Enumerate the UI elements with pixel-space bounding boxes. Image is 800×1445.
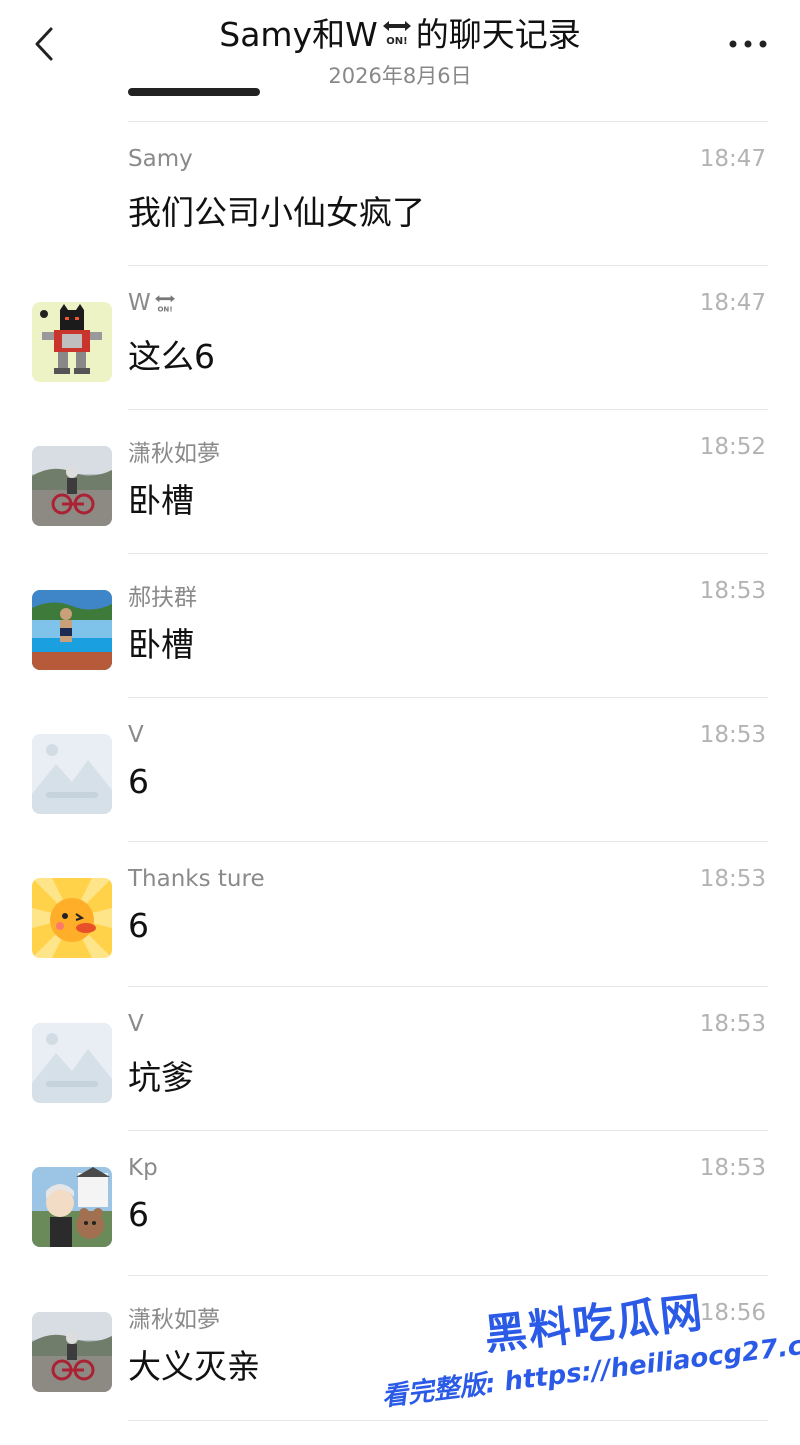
chat-message[interactable]: Samy 18:47 我们公司小仙女疯了 bbox=[0, 122, 800, 266]
message-time: 18:53 bbox=[699, 1155, 766, 1181]
sender-name-block: W ON! bbox=[128, 290, 177, 316]
message-time: 18:53 bbox=[699, 578, 766, 604]
message-time: 18:53 bbox=[699, 722, 766, 748]
sun-duck-avatar[interactable] bbox=[32, 878, 112, 958]
chat-message[interactable]: 郝扶群 18:53 卧槽 bbox=[0, 554, 800, 698]
message-time: 18:47 bbox=[699, 290, 766, 316]
sender-name: V bbox=[128, 1011, 144, 1037]
anime-photo-avatar[interactable] bbox=[32, 1167, 112, 1247]
sender-name: V bbox=[128, 722, 144, 748]
sender-name: 郝扶群 bbox=[128, 585, 197, 611]
sender-name: 潇秋如夢 bbox=[128, 1307, 220, 1333]
title-suffix: 的聊天记录 bbox=[415, 15, 581, 54]
message-text: 大义灭亲 bbox=[128, 1347, 260, 1386]
message-time: 18:53 bbox=[699, 866, 766, 892]
header-title-block: Samy和W ON! 的聊天记录 2026年8月6日 bbox=[0, 8, 800, 90]
more-dots-icon bbox=[729, 40, 767, 48]
cyclist-photo-avatar[interactable] bbox=[32, 446, 112, 526]
sender-name: Kp bbox=[128, 1155, 158, 1181]
message-time: 18:47 bbox=[699, 146, 766, 172]
sender-name: W bbox=[128, 290, 151, 316]
chat-message[interactable]: Kp 18:53 6 bbox=[0, 1131, 800, 1275]
previous-message-stub bbox=[128, 88, 260, 96]
chat-message[interactable]: W ON! 18:47 这么6 bbox=[0, 266, 800, 410]
message-time: 18:52 bbox=[699, 434, 766, 460]
message-text: 我们公司小仙女疯了 bbox=[128, 193, 425, 232]
message-text: 卧槽 bbox=[128, 481, 194, 520]
site-watermark: 黑料吃瓜网 看完整版: https://heiliaocg27.com bbox=[380, 1288, 800, 1430]
message-text: 6 bbox=[128, 906, 149, 945]
placeholder-image-avatar[interactable] bbox=[32, 734, 112, 814]
pool-photo-avatar[interactable] bbox=[32, 590, 112, 670]
more-button[interactable] bbox=[726, 26, 770, 62]
chat-message[interactable]: V 18:53 6 bbox=[0, 698, 800, 842]
on-badge-icon: ON! bbox=[382, 21, 411, 47]
message-text: 6 bbox=[128, 1195, 149, 1234]
message-text: 坑爹 bbox=[128, 1058, 194, 1097]
sender-name: Thanks ture bbox=[128, 866, 265, 892]
message-text: 6 bbox=[128, 762, 149, 801]
on-badge-icon: ON! bbox=[154, 295, 175, 313]
svg-text:ON!: ON! bbox=[157, 304, 172, 313]
message-text: 这么6 bbox=[128, 337, 215, 376]
cyclist-photo-avatar[interactable] bbox=[32, 1312, 112, 1392]
chat-message[interactable]: V 18:53 坑爹 bbox=[0, 987, 800, 1131]
sender-name: 潇秋如夢 bbox=[128, 441, 220, 467]
chat-history-header: Samy和W ON! 的聊天记录 2026年8月6日 bbox=[0, 0, 800, 96]
message-text: 卧槽 bbox=[128, 625, 194, 664]
message-time: 18:53 bbox=[699, 1011, 766, 1037]
svg-text:ON!: ON! bbox=[386, 36, 407, 47]
title-prefix: Samy和W bbox=[219, 15, 378, 54]
chat-date: 2026年8月6日 bbox=[328, 64, 472, 88]
robot-cat-avatar[interactable] bbox=[32, 302, 112, 382]
chat-message[interactable]: 潇秋如夢 18:52 卧槽 bbox=[0, 410, 800, 554]
placeholder-image-avatar[interactable] bbox=[32, 1023, 112, 1103]
sender-name: Samy bbox=[128, 146, 193, 172]
chat-message[interactable]: Thanks ture 18:53 6 bbox=[0, 842, 800, 986]
page-title: Samy和W ON! 的聊天记录 bbox=[219, 8, 580, 56]
